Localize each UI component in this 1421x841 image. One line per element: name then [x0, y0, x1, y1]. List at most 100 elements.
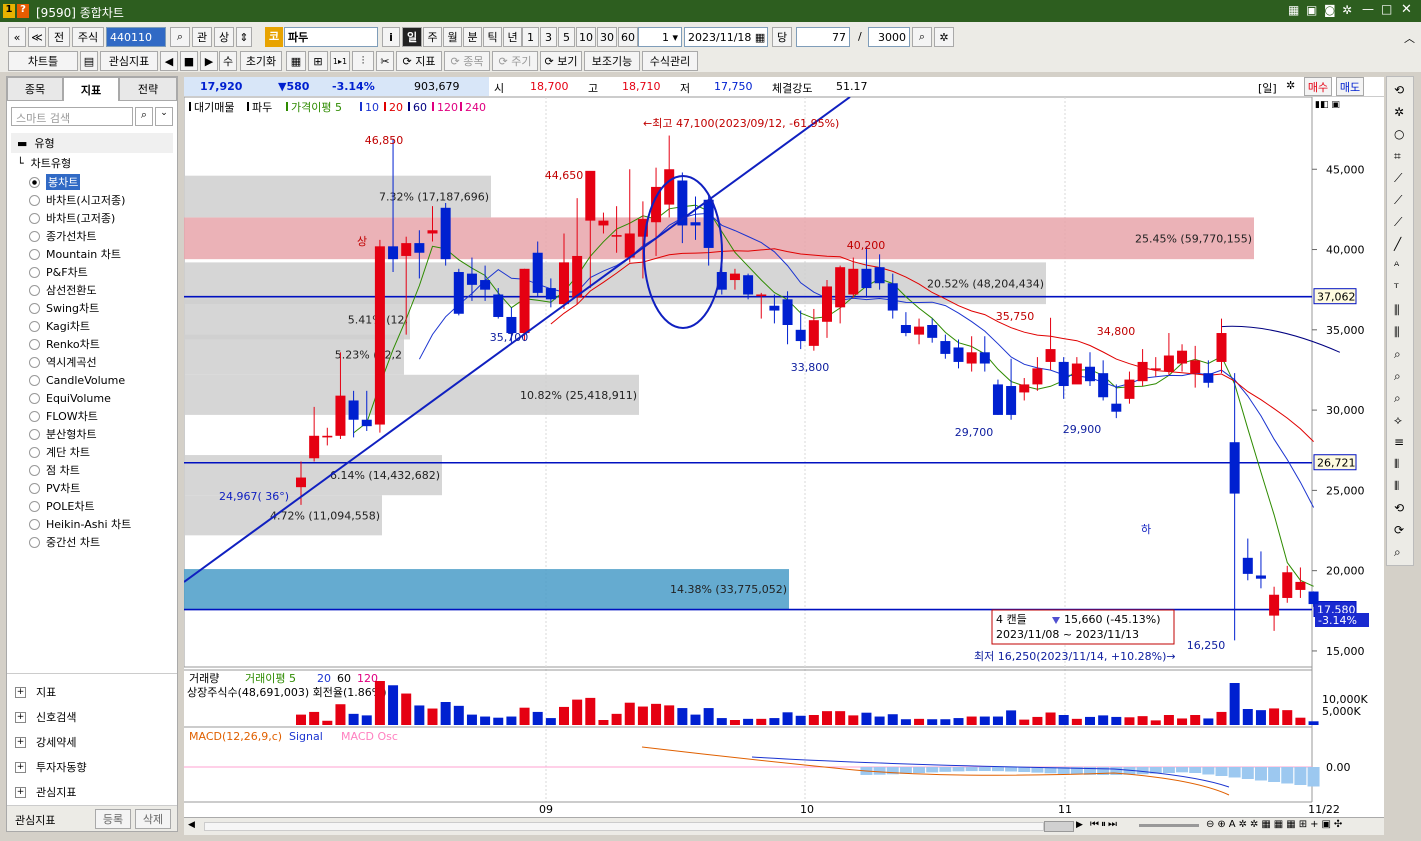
sell-button[interactable]: 매도 — [1336, 77, 1364, 96]
maximize-icon[interactable]: □ — [1381, 2, 1392, 16]
radio-icon[interactable] — [29, 464, 40, 476]
zoom-icon[interactable]: ⌕ — [912, 27, 932, 47]
delete-button[interactable]: 삭제 — [135, 809, 171, 829]
scroll-right-icon[interactable]: ▶ — [1076, 820, 1083, 830]
related-button[interactable]: 관 — [192, 27, 212, 47]
radio-icon[interactable] — [29, 302, 40, 314]
radio-icon[interactable] — [29, 536, 40, 548]
tree-item[interactable]: + 투자자동향 — [15, 756, 87, 778]
radio-icon[interactable] — [29, 518, 40, 530]
interval-60-button[interactable]: 60 — [618, 27, 638, 47]
aux-button[interactable]: 보조기능 — [584, 51, 640, 71]
scroll-track[interactable] — [204, 822, 1044, 831]
cycle-button[interactable]: ⟳ 주기 — [492, 51, 538, 71]
search-icon[interactable]: ⌕ — [170, 27, 190, 47]
drawing-tool-icon[interactable]: ⌕ — [1394, 545, 1401, 560]
radio-icon[interactable] — [29, 428, 40, 440]
stock-name-field[interactable]: 파두 — [284, 27, 378, 47]
indicator-button[interactable]: ⟳ 지표 — [396, 51, 442, 71]
chart-type-option[interactable]: Mountain 차트 — [29, 245, 121, 263]
section-type[interactable]: ▬ 유형 — [11, 133, 173, 153]
interval-10-button[interactable]: 10 — [576, 27, 596, 47]
scissors-icon[interactable]: ✂ — [376, 51, 394, 71]
play-next-button[interactable]: ▶ — [200, 51, 218, 71]
chart-type-option[interactable]: EquiVolume — [29, 389, 111, 407]
scroll-thumb[interactable] — [1044, 821, 1074, 832]
chart-type-option[interactable]: 바차트(시고저종) — [29, 191, 125, 209]
drawing-tool-icon[interactable]: ⫼ — [1394, 303, 1400, 318]
zoom-slider[interactable] — [1139, 824, 1199, 827]
minimize-icon[interactable]: — — [1362, 2, 1374, 16]
gear-icon[interactable]: ✲ — [1342, 3, 1352, 17]
gear-icon[interactable]: ✲ — [1286, 79, 1295, 92]
drawing-tool-icon[interactable]: ⟡ — [1394, 413, 1402, 428]
drawing-tool-icon[interactable]: ⟲ — [1394, 83, 1404, 97]
chart-type-option[interactable]: 분산형차트 — [29, 425, 97, 443]
smart-search-input[interactable]: 스마트 검색 — [11, 107, 133, 126]
grid-icon[interactable]: ▦ — [286, 51, 306, 71]
date-input[interactable]: 2023/11/18 ▦ — [684, 27, 768, 47]
search-icon[interactable]: ⌕ — [135, 107, 153, 126]
interval-30-button[interactable]: 30 — [597, 27, 617, 47]
radio-icon[interactable] — [29, 356, 40, 368]
chart-type-option[interactable]: 종가선차트 — [29, 227, 97, 245]
radio-icon[interactable] — [29, 482, 40, 494]
interval-5-button[interactable]: 5 — [558, 27, 575, 47]
interval-1-button[interactable]: 1 — [522, 27, 539, 47]
register-button[interactable]: 등록 — [95, 809, 131, 829]
drawing-tool-icon[interactable]: ⟋ — [1394, 215, 1402, 230]
drawing-tool-icon[interactable]: ⟲ — [1394, 501, 1404, 515]
playback-controls[interactable]: ⏮⏸⏭ — [1090, 819, 1119, 830]
market-button[interactable]: 주식 — [72, 27, 104, 47]
drawing-tool-icon[interactable]: ⌗ — [1394, 149, 1401, 164]
tree-item[interactable]: + 신호검색 — [15, 706, 76, 728]
period-minute-button[interactable]: 분 — [463, 27, 482, 47]
period-year-button[interactable]: 년 — [503, 27, 522, 47]
chart-type-option[interactable]: Kagi차트 — [29, 317, 90, 335]
period-tick-button[interactable]: 틱 — [483, 27, 502, 47]
chart-type-option[interactable]: 점 차트 — [29, 461, 80, 479]
drawing-tool-icon[interactable]: ≡ — [1394, 435, 1404, 449]
tree-item[interactable]: + 관심지표 — [15, 781, 76, 803]
chart-type-option[interactable]: Swing차트 — [29, 299, 99, 317]
chart-type-group[interactable]: └ 차트유형 — [17, 155, 71, 173]
drawing-tool-icon[interactable]: ╱ — [1394, 237, 1401, 251]
chart-type-option[interactable]: FLOW차트 — [29, 407, 98, 425]
chart-type-option[interactable]: CandleVolume — [29, 371, 125, 389]
chart-type-option[interactable]: PV차트 — [29, 479, 80, 497]
period-month-button[interactable]: 월 — [443, 27, 462, 47]
expand-plus-icon[interactable]: + — [15, 761, 26, 773]
chart-type-option[interactable]: Renko차트 — [29, 335, 100, 353]
period-day-button[interactable]: 일 — [402, 27, 422, 47]
su-button[interactable]: 수 — [219, 51, 237, 71]
tab-stocks[interactable]: 종목 — [7, 77, 63, 101]
view-button[interactable]: ⟳ 보기 — [540, 51, 582, 71]
radio-icon[interactable] — [29, 230, 40, 242]
chart-type-option[interactable]: Heikin-Ashi 차트 — [29, 515, 131, 533]
reset-button[interactable]: 초기화 — [240, 51, 282, 71]
chart-type-option[interactable]: 중간선 차트 — [29, 533, 100, 551]
expand-plus-icon[interactable]: + — [15, 736, 26, 748]
prev-button[interactable]: 전 — [48, 27, 70, 47]
chart-type-option[interactable]: 계단 차트 — [29, 443, 90, 461]
drawing-tool-icon[interactable]: ᴬ — [1394, 259, 1399, 273]
period-week-button[interactable]: 주 — [423, 27, 442, 47]
drawing-tool-icon[interactable]: ⌕ — [1394, 347, 1401, 362]
expand-plus-icon[interactable]: + — [15, 711, 26, 723]
radio-icon[interactable] — [29, 284, 40, 296]
info-button[interactable]: i — [382, 27, 400, 47]
tree-item[interactable]: + 강세약세 — [15, 731, 76, 753]
radio-icon[interactable] — [29, 392, 40, 404]
count-select[interactable]: 1 ▾ — [638, 27, 682, 47]
bars-shown-input[interactable]: 77 — [796, 27, 850, 47]
radio-icon[interactable] — [29, 410, 40, 422]
chart-type-option[interactable]: 역시계곡선 — [29, 353, 97, 371]
window-icon-1[interactable]: ▦ — [1288, 3, 1299, 17]
drawing-tool-icon[interactable]: ⌕ — [1394, 369, 1401, 384]
code-input[interactable]: 440110 — [106, 27, 166, 47]
tab-indicators[interactable]: 지표 — [63, 77, 119, 101]
expand-icon[interactable]: ⌄ — [155, 107, 173, 126]
drawing-tool-icon[interactable]: ○ — [1394, 127, 1404, 141]
compare-button[interactable]: 상 — [214, 27, 234, 47]
candle-icon[interactable]: ⫶ — [352, 51, 374, 71]
